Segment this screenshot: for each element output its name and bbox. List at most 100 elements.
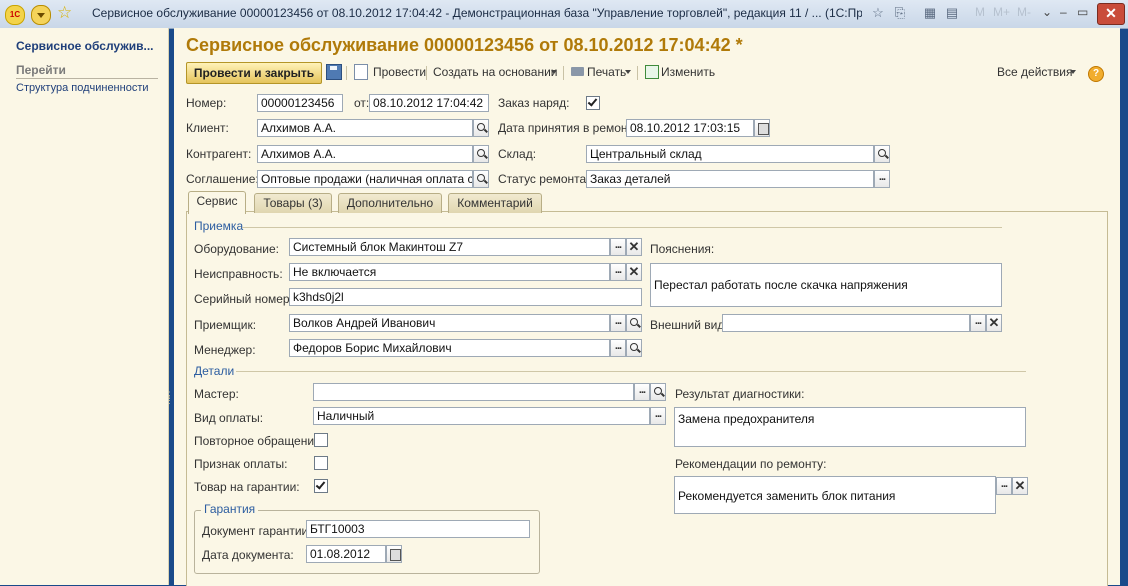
help-icon[interactable]: ? — [1088, 66, 1104, 82]
equipment-label: Оборудование: — [194, 242, 279, 256]
equipment-clear-icon[interactable]: ✕ — [626, 238, 642, 256]
contractor-search-icon[interactable] — [473, 145, 489, 163]
chevron-down-icon — [1070, 70, 1076, 74]
form-title: Сервисное обслуживание 00000123456 от 08… — [186, 35, 743, 55]
recommend-memo[interactable]: Рекомендуется заменить блок питания — [674, 476, 996, 514]
receiver-field[interactable]: Волков Андрей Иванович — [289, 314, 610, 332]
manager-select-button[interactable]: ... — [610, 339, 626, 357]
guarantee-date-field[interactable]: 01.08.2012 — [306, 545, 386, 563]
app-logo-icon[interactable]: 1С — [5, 5, 25, 25]
manager-field[interactable]: Федоров Борис Михайлович — [289, 339, 610, 357]
print-button[interactable]: Печать — [587, 62, 626, 82]
tab-additional[interactable]: Дополнительно — [338, 193, 442, 213]
appearance-clear-icon[interactable]: ✕ — [986, 314, 1002, 332]
tab-comment[interactable]: Комментарий — [448, 193, 542, 213]
appearance-field[interactable] — [722, 314, 970, 332]
number-label: Номер: — [186, 96, 227, 110]
guarantee-doc-label: Документ гарантии: — [202, 524, 312, 538]
contractor-field[interactable]: Алхимов А.А. — [257, 145, 473, 163]
save-icon[interactable] — [326, 64, 342, 80]
receiver-select-button[interactable]: ... — [610, 314, 626, 332]
nav-link-subordination[interactable]: Структура подчиненности — [16, 82, 149, 94]
fault-select-button[interactable]: ... — [610, 263, 626, 281]
paid-label: Признак оплаты: — [194, 457, 288, 471]
repair-status-label: Статус ремонта: — [498, 172, 590, 186]
date-label: от: — [354, 96, 370, 110]
manager-label: Менеджер: — [194, 343, 256, 357]
equipment-select-button[interactable]: ... — [610, 238, 626, 256]
favorites-star-icon[interactable]: ☆ — [57, 4, 72, 22]
repeat-checkbox[interactable] — [314, 433, 328, 447]
date-field[interactable]: 08.10.2012 17:04:42 — [369, 94, 489, 112]
repair-status-select-button[interactable]: ... — [874, 170, 890, 188]
agreement-field[interactable]: Оптовые продажи (наличная оплата сразу) — [257, 170, 473, 188]
calculator-icon[interactable]: ▦ — [922, 5, 938, 21]
tab-goods[interactable]: Товары (3) — [254, 193, 332, 213]
guarantee-doc-field[interactable]: БТГ10003 — [306, 520, 530, 538]
fault-field[interactable]: Не включается — [289, 263, 610, 281]
repeat-label: Повторное обращение: — [194, 434, 325, 448]
warranty-checkbox[interactable] — [314, 479, 328, 493]
order-label: Заказ наряд: — [498, 96, 570, 110]
warehouse-search-icon[interactable] — [874, 145, 890, 163]
toolbar-separator — [563, 66, 564, 80]
calendar-icon[interactable]: ▤ — [944, 5, 960, 21]
manager-search-icon[interactable] — [626, 339, 642, 357]
agreement-search-icon[interactable] — [473, 170, 489, 188]
appearance-select-button[interactable]: ... — [970, 314, 986, 332]
recommend-label: Рекомендации по ремонту: — [675, 457, 827, 471]
payment-type-field[interactable]: Наличный — [313, 407, 650, 425]
guarantee-date-calendar-icon[interactable] — [386, 545, 402, 563]
edit-icon[interactable] — [645, 65, 659, 79]
client-field[interactable]: Алхимов А.А. — [257, 119, 473, 137]
memory-mplus-button[interactable]: M+ — [993, 5, 1010, 19]
toolbar-separator — [637, 66, 638, 80]
main-menu-button[interactable] — [31, 5, 51, 25]
recommend-clear-icon[interactable]: ✕ — [1012, 477, 1028, 495]
guarantee-title: Гарантия — [201, 502, 259, 516]
master-select-button[interactable]: ... — [634, 383, 650, 401]
order-checkbox[interactable] — [586, 96, 600, 110]
warehouse-field[interactable]: Центральный склад — [586, 145, 874, 163]
master-field[interactable] — [313, 383, 634, 401]
reception-group-line — [242, 227, 1002, 228]
link-icon[interactable]: ⎘ — [892, 5, 908, 21]
tab-service[interactable]: Сервис — [188, 191, 246, 214]
panel-splitter-handle[interactable]: ⋮ ⋮ — [165, 391, 174, 405]
window-title: Сервисное обслуживание 00000123456 от 08… — [92, 6, 862, 20]
paid-checkbox[interactable] — [314, 456, 328, 470]
payment-type-select-button[interactable]: ... — [650, 407, 666, 425]
master-search-icon[interactable] — [650, 383, 666, 401]
create-based-on-button[interactable]: Создать на основании — [433, 62, 558, 82]
equipment-field[interactable]: Системный блок Макинтош Z7 — [289, 238, 610, 256]
client-search-icon[interactable] — [473, 119, 489, 137]
repair-date-calendar-icon[interactable] — [754, 119, 770, 137]
master-label: Мастер: — [194, 387, 239, 401]
window-close-button[interactable]: ✕ — [1097, 3, 1125, 25]
memory-mminus-button[interactable]: M- — [1017, 5, 1031, 19]
fault-clear-icon[interactable]: ✕ — [626, 263, 642, 281]
all-actions-button[interactable]: Все действия — [997, 62, 1072, 82]
repair-date-field[interactable]: 08.10.2012 17:03:15 — [626, 119, 754, 137]
post-icon[interactable] — [354, 64, 368, 80]
edit-button[interactable]: Изменить — [661, 62, 715, 82]
warranty-label: Товар на гарантии: — [194, 480, 300, 494]
window-maximize-button[interactable]: ▭ — [1077, 5, 1088, 19]
number-field[interactable]: 00000123456 — [257, 94, 343, 112]
notes-memo[interactable]: Перестал работать после скачка напряжени… — [650, 263, 1002, 307]
post-and-close-button[interactable]: Провести и закрыть — [186, 62, 322, 84]
printer-icon[interactable] — [571, 67, 584, 76]
serial-field[interactable]: k3hds0j2l — [289, 288, 642, 306]
add-favorite-icon[interactable]: ☆ — [870, 5, 886, 21]
repair-status-field[interactable]: Заказ деталей — [586, 170, 874, 188]
diagnostics-memo[interactable]: Замена предохранителя — [674, 407, 1026, 447]
minimize-icon[interactable]: ⌄ — [1042, 5, 1052, 19]
receiver-search-icon[interactable] — [626, 314, 642, 332]
window-minimize-button[interactable]: ‒ — [1060, 5, 1067, 19]
memory-m-button[interactable]: M — [975, 5, 985, 19]
client-label: Клиент: — [186, 121, 229, 135]
contractor-label: Контрагент: — [186, 147, 252, 161]
recommend-select-button[interactable]: ... — [996, 477, 1012, 495]
post-button[interactable]: Провести — [373, 62, 426, 82]
nav-form-title[interactable]: Сервисное обслужив... — [16, 39, 162, 53]
